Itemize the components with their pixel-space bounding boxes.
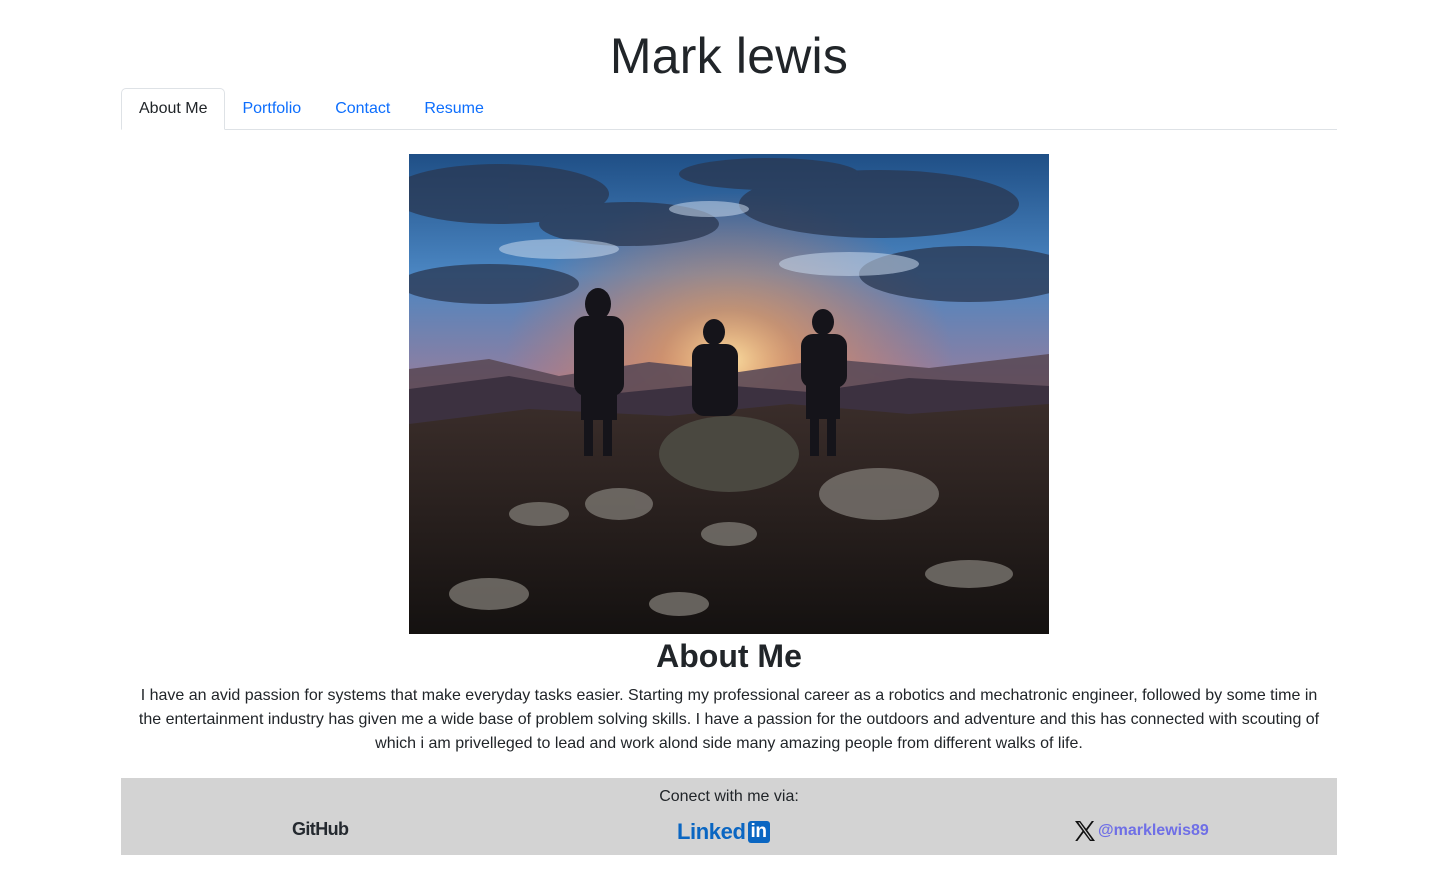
github-logo-icon[interactable]: GitHub	[292, 819, 349, 840]
linkedin-logo-text: Linked	[677, 819, 746, 844]
tab-portfolio[interactable]: Portfolio	[225, 89, 318, 129]
tab-resume[interactable]: Resume	[407, 89, 501, 129]
tab-contact[interactable]: Contact	[318, 89, 407, 129]
x-link[interactable]: @marklewis89	[1073, 819, 1209, 843]
tab-about-me[interactable]: About Me	[121, 88, 226, 130]
site-title: Mark lewis	[609, 28, 849, 84]
linkedin-logo-icon[interactable]: Linked in	[677, 819, 770, 845]
x-handle-link[interactable]: @marklewis89	[1098, 822, 1209, 840]
linkedin-logo-badge: in	[747, 821, 770, 843]
about-paragraph: I have an avid passion for systems that …	[138, 687, 1320, 752]
github-logo-text: GitHub	[292, 819, 349, 839]
nav-tabs: About Me Portfolio Contact Resume	[121, 88, 1337, 130]
social-links: GitHub Linked in @marklewis89	[121, 807, 1337, 847]
hero-image	[409, 154, 1049, 634]
about-heading: About Me	[656, 638, 802, 674]
x-logo-icon	[1075, 821, 1095, 841]
footer: Conect with me via: GitHub Linked in @mar…	[121, 778, 1337, 855]
footer-title: Conect with me via:	[659, 788, 799, 805]
page-container: Mark lewis About Me Portfolio Contact Re…	[121, 0, 1337, 756]
